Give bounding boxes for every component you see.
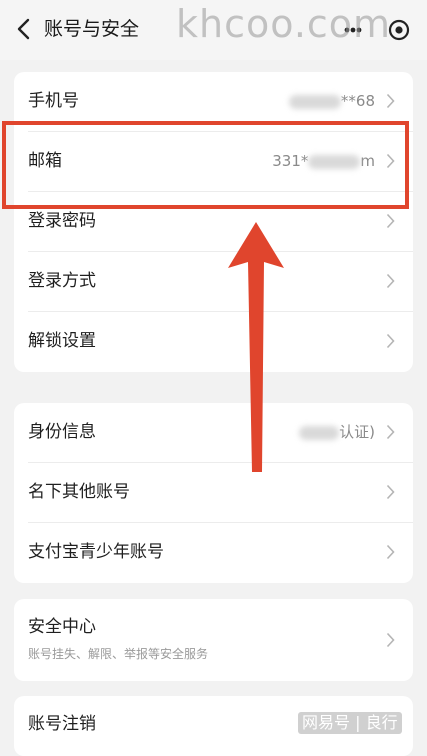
chevron-right-icon — [386, 273, 395, 289]
chevron-right-icon — [386, 213, 395, 229]
account-group-1: 手机号 **68 邮箱 331* m 登录密码 登录方式 解锁设置 — [14, 72, 413, 372]
chevron-right-icon — [386, 484, 395, 500]
row-label: 名下其他账号 — [28, 482, 130, 502]
row-identity-info[interactable]: 身份信息 认证) — [14, 403, 413, 463]
masked-value — [299, 425, 340, 440]
row-label: 解锁设置 — [28, 331, 96, 351]
row-label: 手机号 — [28, 91, 79, 111]
row-label: 身份信息 — [28, 422, 96, 442]
source-credit: 网易号 | 良行 — [298, 712, 402, 734]
masked-value — [288, 94, 341, 109]
row-label: 账号注销 — [28, 714, 96, 734]
chevron-right-icon — [386, 632, 395, 648]
row-value: **68 — [288, 89, 375, 113]
row-value: 认证) — [299, 420, 375, 444]
row-label: 安全中心 — [28, 617, 96, 637]
account-group-2: 身份信息 认证) 名下其他账号 支付宝青少年账号 — [14, 403, 413, 583]
highlight-box — [2, 121, 409, 209]
row-unlock-settings[interactable]: 解锁设置 — [14, 312, 413, 372]
security-center-card: 安全中心 账号挂失、解限、举报等安全服务 — [14, 599, 413, 681]
row-login-method[interactable]: 登录方式 — [14, 252, 413, 312]
watermark: khcoo.com — [176, 2, 392, 46]
chevron-right-icon — [386, 93, 395, 109]
row-label: 登录方式 — [28, 271, 96, 291]
row-other-accounts[interactable]: 名下其他账号 — [14, 463, 413, 523]
chevron-right-icon — [386, 424, 395, 440]
row-subtitle: 账号挂失、解限、举报等安全服务 — [28, 647, 209, 661]
row-security-center[interactable]: 安全中心 账号挂失、解限、举报等安全服务 — [14, 599, 413, 681]
arrow-up-icon — [228, 222, 284, 472]
chevron-right-icon — [386, 544, 395, 560]
value-tail: 认证) — [339, 423, 375, 441]
value-tail: **68 — [340, 92, 375, 110]
page-title: 账号与安全 — [44, 18, 140, 40]
chevron-left-icon[interactable] — [14, 16, 34, 42]
row-label: 支付宝青少年账号 — [28, 542, 164, 562]
row-teen-account[interactable]: 支付宝青少年账号 — [14, 523, 413, 583]
chevron-right-icon — [386, 333, 395, 349]
target-icon[interactable] — [388, 19, 410, 41]
row-label: 登录密码 — [28, 211, 96, 231]
